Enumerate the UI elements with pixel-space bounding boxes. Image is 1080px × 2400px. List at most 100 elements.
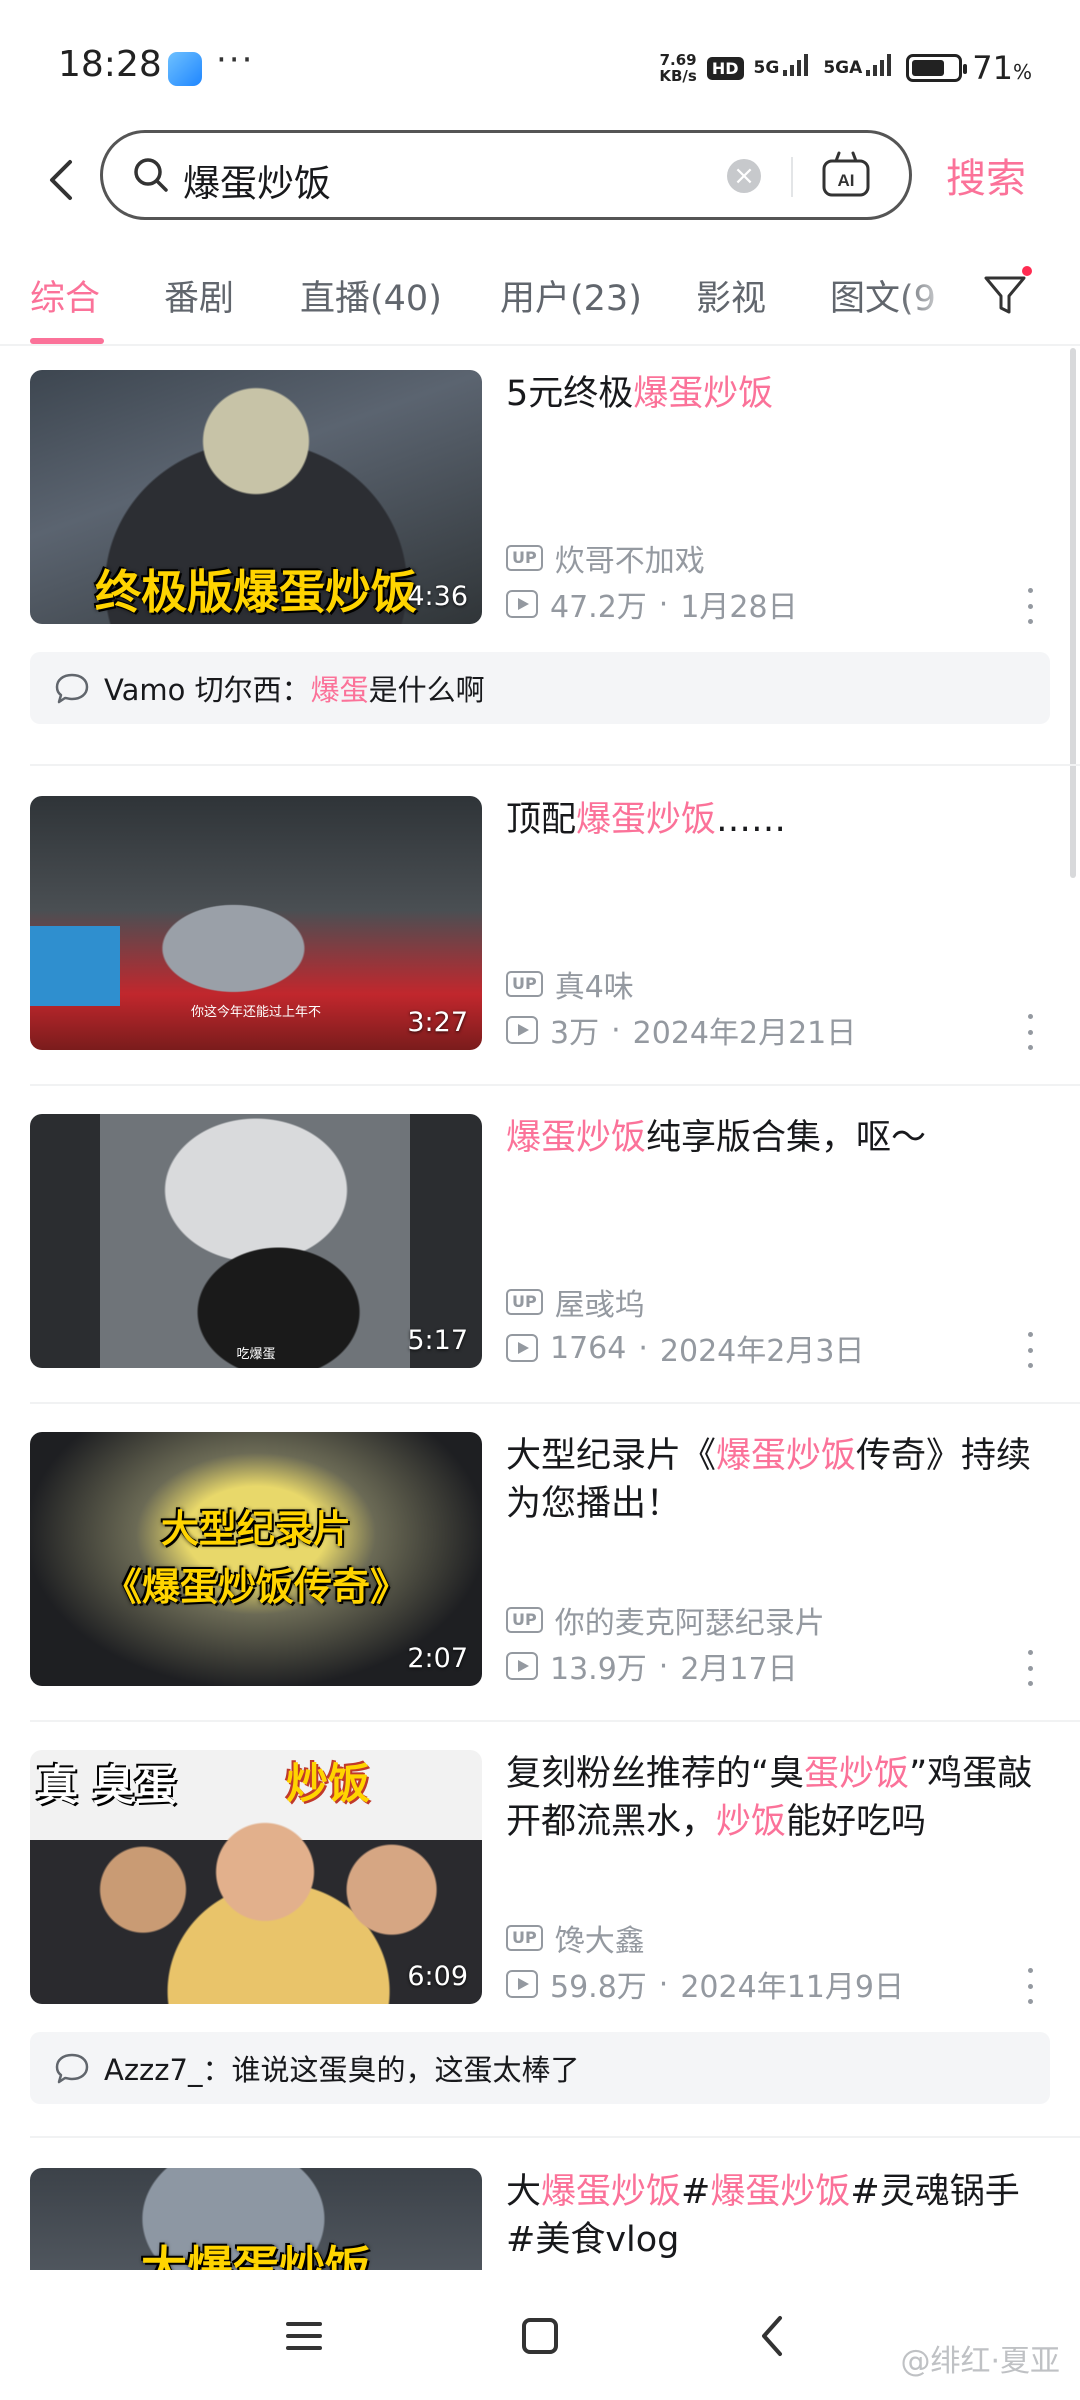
title-keyword-highlight: 爆蛋炒饭 [633,374,774,414]
video-card[interactable]: 大型纪录片 《爆蛋炒饭传奇》 2:07 大型纪录片《爆蛋炒饭传奇》持续为您播出！… [30,1432,1050,1688]
uploader-row[interactable]: UP 馋大鑫 [506,1916,645,1960]
title-keyword-highlight: 蛋炒饭 [804,1754,910,1794]
video-meta: 3万 · 2024年2月21日 [506,1008,856,1052]
video-duration: 2:07 [407,1643,468,1674]
video-duration: 3:27 [407,1007,468,1038]
publish-date: 2024年2月3日 [659,1334,865,1369]
title-keyword-highlight: 爆蛋炒饭 [541,2172,682,2212]
title-keyword-highlight: 爆蛋炒饭 [506,1118,647,1158]
view-count: 59.8万 [550,1970,647,2005]
uploader-row[interactable]: UP 屋彧坞 [506,1280,645,1324]
video-thumbnail: 大型纪录片 《爆蛋炒饭传奇》 2:07 [30,1432,482,1686]
uploader-row[interactable]: UP 你的麦克阿瑟纪录片 [506,1598,825,1642]
video-duration: 5:17 [407,1325,468,1356]
video-title: 5元终极爆蛋炒饭 [506,370,1046,418]
video-duration: 6:09 [407,1961,468,1992]
filter-badge-dot [1022,266,1032,276]
view-count: 47.2万 [550,590,647,625]
hd-icon: HD [706,56,744,80]
tab-live[interactable]: 直播(40) [300,270,442,321]
up-icon: UP [506,545,543,571]
play-count-icon [506,1334,538,1362]
uploader-name: 炊哥不加戏 [554,544,705,579]
tab-users[interactable]: 用户(23) [500,270,642,321]
battery-percent: 71% [972,49,1032,87]
video-title: 大爆蛋炒饭#爆蛋炒饭#灵魂锅手#美食vlog [506,2168,1046,2264]
video-thumbnail: 吃爆蛋 5:17 [30,1114,482,1368]
video-thumbnail: 你这今年还能过上年不 3:27 [30,796,482,1050]
title-text: 顶配 [506,800,577,840]
up-icon: UP [506,1925,543,1951]
uploader-name: 你的麦克阿瑟纪录片 [554,1606,825,1641]
play-count-icon [506,1970,538,1998]
back-button[interactable] [34,152,90,208]
more-options-icon[interactable] [1020,1332,1040,1368]
video-meta: 1764 · 2024年2月3日 [506,1326,864,1370]
title-text: 纯享版合集，呕～ [646,1118,927,1158]
system-nav-bar: @绯红·夏亚 [0,2270,1080,2400]
signal-5g-icon: 5G [754,54,814,78]
tab-bangumi[interactable]: 番剧 [164,270,234,321]
publish-date: 2024年11月9日 [680,1970,904,2005]
home-button[interactable] [510,2306,570,2366]
more-options-icon[interactable] [1020,1014,1040,1050]
active-tab-indicator [30,338,104,344]
more-options-icon[interactable] [1020,588,1040,624]
hot-comment[interactable]: Azzz7_： 谁说这蛋臭的，这蛋太棒了 [30,2032,1050,2104]
title-text: 复刻粉丝推荐的“臭 [506,1754,805,1794]
video-card[interactable]: 大爆蛋炒饭 大爆蛋炒饭#爆蛋炒饭#灵魂锅手#美食vlog [30,2168,1050,2270]
video-title: 大型纪录片《爆蛋炒饭传奇》持续为您播出！ [506,1432,1046,1528]
view-count: 13.9万 [550,1652,647,1687]
video-meta: 13.9万 · 2月17日 [506,1644,798,1688]
search-header: 爆蛋炒饭 × AI 搜索 [0,130,1080,230]
recent-apps-button[interactable] [274,2306,334,2366]
menu-icon [286,2322,322,2350]
search-input[interactable]: 爆蛋炒饭 × AI [100,130,912,220]
search-submit-button[interactable]: 搜索 [946,146,1026,204]
ai-assistant-icon[interactable]: AI [819,149,873,203]
clear-search-button[interactable]: × [727,159,761,193]
uploader-row[interactable]: UP 炊哥不加戏 [506,536,705,580]
network-speed: 7.69 KB/s [659,51,697,85]
title-text: 5元终极 [506,374,634,414]
title-text: …… [716,800,787,840]
title-text: # [681,2172,711,2212]
filter-icon[interactable] [980,270,1030,320]
up-icon: UP [506,1289,543,1315]
result-tabs: 综合 番剧 直播(40) 用户(23) 影视 图文(9 [0,250,1080,346]
hot-comment[interactable]: Vamo 切尔西： 爆蛋 是什么啊 [30,652,1050,724]
scrollbar[interactable] [1070,348,1076,878]
more-options-icon[interactable] [1020,1650,1040,1686]
publish-date: 1月28日 [680,590,798,625]
watermark: @绯红·夏亚 [900,2344,1060,2379]
uploader-name: 馋大鑫 [554,1924,645,1959]
system-back-button[interactable] [742,2306,802,2366]
video-card[interactable]: 你这今年还能过上年不 3:27 顶配爆蛋炒饭…… UP 真4味 3万 · 202… [30,796,1050,1052]
tab-film[interactable]: 影视 [696,270,766,321]
search-separator [791,157,793,197]
search-query-text: 爆蛋炒饭 [183,162,331,205]
more-options-icon[interactable] [1020,1968,1040,2004]
status-time: 18:28 [58,44,162,85]
video-meta: 47.2万 · 1月28日 [506,582,798,626]
video-card[interactable]: 终极版爆蛋炒饭 4:36 5元终极爆蛋炒饭 UP 炊哥不加戏 47.2万 · 1… [30,370,1050,724]
search-results-list: 终极版爆蛋炒饭 4:36 5元终极爆蛋炒饭 UP 炊哥不加戏 47.2万 · 1… [0,348,1080,2270]
video-thumbnail: 真 臭蛋 炒饭 6:09 [30,1750,482,2004]
tab-comprehensive[interactable]: 综合 [30,270,100,321]
comment-icon [55,673,89,704]
video-card[interactable]: 吃爆蛋 5:17 爆蛋炒饭纯享版合集，呕～ UP 屋彧坞 1764 · 2024… [30,1114,1050,1370]
view-count: 1764 [550,1330,627,1366]
publish-date: 2月17日 [680,1652,798,1687]
play-count-icon [506,1652,538,1680]
play-count-icon [506,590,538,618]
title-text: 大型纪录片《 [506,1436,717,1476]
up-icon: UP [506,971,543,997]
play-count-icon [506,1016,538,1044]
title-keyword-highlight: 爆蛋炒饭 [710,2172,851,2212]
video-card[interactable]: 真 臭蛋 炒饭 6:09 复刻粉丝推荐的“臭蛋炒饭”鸡蛋敲开都流黑水，炒饭能好吃… [30,1750,1050,2104]
status-bar: 18:28 ··· 7.69 KB/s HD 5G 5GA 71% [0,0,1080,130]
title-text: 能好吃吗 [786,1802,927,1842]
video-thumbnail: 大爆蛋炒饭 [30,2168,482,2270]
uploader-row[interactable]: UP 真4味 [506,962,634,1006]
video-duration: 4:36 [407,581,468,612]
